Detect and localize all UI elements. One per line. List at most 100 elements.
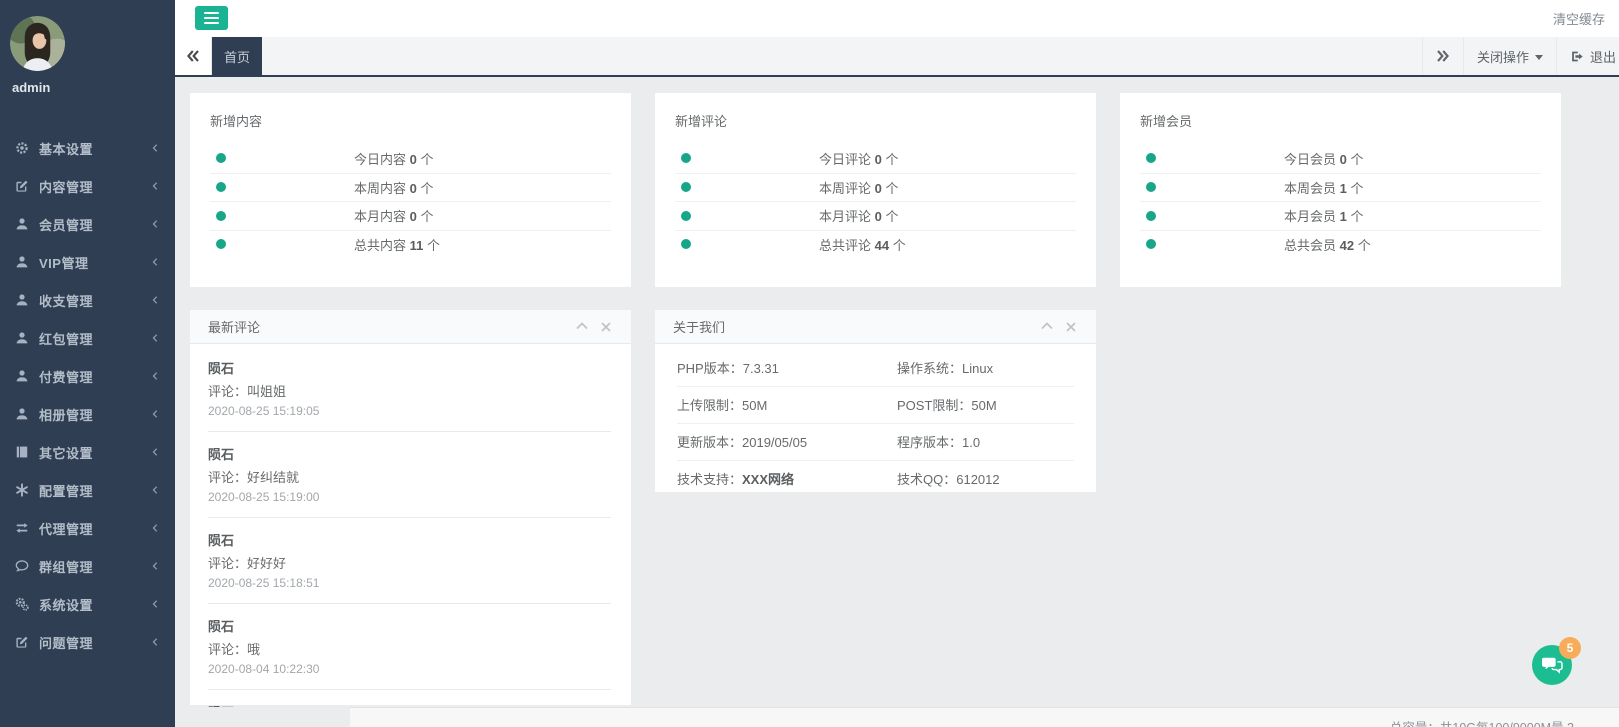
clear-cache-button[interactable]: 清空缓存 [1553, 0, 1605, 37]
green-dot [1146, 153, 1156, 163]
stat-row: 今日评论 0 个 [675, 144, 1076, 173]
collapse-button[interactable] [576, 322, 588, 332]
sidebar-item-label: 系统设置 [39, 595, 93, 614]
stat-row: 总共内容 11 个 [210, 230, 611, 259]
close-icon [601, 322, 611, 332]
sidebar-item-6[interactable]: 付费管理 [0, 357, 175, 395]
username: admin [12, 80, 175, 95]
user-profile: admin [0, 0, 175, 95]
chat-widget-button[interactable]: 5 [1532, 645, 1572, 685]
sidebar-item-label: 会员管理 [39, 215, 93, 234]
sidebar-item-label: 配置管理 [39, 481, 93, 500]
chevron-left-icon [150, 257, 160, 267]
chevron-left-icon [150, 409, 160, 419]
chevron-left-icon [150, 561, 160, 571]
about-cell: 程序版本：1.0 [897, 432, 1074, 451]
comment-time: 2020-08-25 15:18:51 [208, 576, 611, 590]
sidebar-item-4[interactable]: 收支管理 [0, 281, 175, 319]
stat-card-title: 新增评论 [675, 108, 1076, 130]
stat-row: 本周评论 0 个 [675, 173, 1076, 202]
panel-header: 关于我们 [655, 310, 1096, 344]
sign-out-icon [1570, 50, 1584, 63]
comment-author: 陨石 [208, 616, 611, 635]
sidebar-item-7[interactable]: 相册管理 [0, 395, 175, 433]
comment-time: 2020-08-25 15:19:00 [208, 490, 611, 504]
stat-row: 总共评论 44 个 [675, 230, 1076, 259]
comment-text: 评论：好好好 [208, 553, 611, 572]
chevron-left-icon [150, 485, 160, 495]
stat-row: 本月内容 0 个 [210, 201, 611, 230]
logout-button[interactable]: 退出 [1556, 37, 1619, 75]
sidebar-item-label: VIP管理 [39, 253, 88, 272]
sidebar-item-label: 付费管理 [39, 367, 93, 386]
user-icon [14, 331, 30, 345]
green-dot [681, 153, 691, 163]
chevron-left-icon [150, 181, 160, 191]
about-row: 技术支持：XXX网络技术QQ：612012 [677, 461, 1074, 497]
stat-row: 今日内容 0 个 [210, 144, 611, 173]
stat-card-comments: 新增评论 今日评论 0 个本周评论 0 个本月评论 0 个总共评论 44 个 [655, 93, 1096, 287]
about-cell: 技术支持：XXX网络 [677, 469, 897, 488]
sidebar-item-13[interactable]: 问题管理 [0, 623, 175, 661]
stat-row: 本月会员 1 个 [1140, 201, 1541, 230]
menu-toggle-button[interactable] [195, 6, 228, 30]
collapse-button[interactable] [1041, 322, 1053, 332]
green-dot [1146, 239, 1156, 249]
asterisk-icon [14, 483, 30, 497]
green-dot [216, 239, 226, 249]
stat-row-text: 本周评论 0 个 [819, 178, 898, 197]
user-icon [14, 407, 30, 421]
sidebar-item-11[interactable]: 群组管理 [0, 547, 175, 585]
green-dot [681, 239, 691, 249]
about-cell: 上传限制：50M [677, 395, 897, 414]
scroll-tabs-left-button[interactable] [175, 37, 212, 75]
user-icon [14, 369, 30, 383]
tab-home[interactable]: 首页 [212, 37, 262, 75]
chevron-up-icon [1041, 322, 1053, 330]
main-area: 清空缓存 首页 关闭操作 退出 新增内容 今日内容 0 个本周内容 0 个本月内… [175, 0, 1619, 727]
stat-row-text: 总共评论 44 个 [819, 235, 906, 254]
sidebar-item-2[interactable]: 会员管理 [0, 205, 175, 243]
sidebar-item-9[interactable]: 配置管理 [0, 471, 175, 509]
avatar-image [10, 16, 65, 71]
chevron-left-icon [150, 143, 160, 153]
close-button[interactable] [601, 322, 611, 332]
tab-bar: 首页 关闭操作 退出 [175, 37, 1619, 77]
stat-row: 本周内容 0 个 [210, 173, 611, 202]
stat-row-text: 今日会员 0 个 [1284, 149, 1363, 168]
stat-row-text: 本周会员 1 个 [1284, 178, 1363, 197]
page-content: 新增内容 今日内容 0 个本周内容 0 个本月内容 0 个总共内容 11 个 新… [175, 79, 1619, 707]
sidebar-item-label: 内容管理 [39, 177, 93, 196]
comment-time: 2020-08-25 15:19:05 [208, 404, 611, 418]
gear-icon [14, 141, 30, 155]
sidebar-item-5[interactable]: 红包管理 [0, 319, 175, 357]
sidebar-item-label: 问题管理 [39, 633, 93, 652]
comment-item: 陨石评论：哦2020-08-04 10:22:30 [208, 604, 611, 690]
chevron-left-icon [150, 637, 160, 647]
close-button[interactable] [1066, 322, 1076, 332]
about-panel: 关于我们 PHP版本：7.3.31操作系统：Linux上传限制：50MPOST限… [655, 310, 1096, 492]
sidebar-item-1[interactable]: 内容管理 [0, 167, 175, 205]
comment-text: 评论：好纠结就 [208, 467, 611, 486]
scroll-tabs-right-button[interactable] [1422, 37, 1463, 75]
panel-title: 最新评论 [208, 317, 260, 336]
close-operations-dropdown[interactable]: 关闭操作 [1463, 37, 1556, 75]
comment-author: 陨石 [208, 358, 611, 377]
sidebar-item-12[interactable]: 系统设置 [0, 585, 175, 623]
sidebar-item-0[interactable]: 基本设置 [0, 129, 175, 167]
stat-row: 本月评论 0 个 [675, 201, 1076, 230]
green-dot [216, 182, 226, 192]
user-avatar[interactable] [10, 16, 65, 71]
footer: 总容量：共10G每100/9000M量 2 [350, 707, 1619, 727]
stat-cards-row: 新增内容 今日内容 0 个本周内容 0 个本月内容 0 个总共内容 11 个 新… [190, 93, 1604, 287]
exchange-icon [14, 521, 30, 535]
sidebar-nav: 基本设置内容管理会员管理 VIP管理收支管理红包管理付费管理相册管理其它设置配置管… [0, 129, 175, 661]
green-dot [216, 153, 226, 163]
panels-row: 最新评论 陨石评论：叫姐姐2020-08-25 15:19:05陨石评论：好纠结… [190, 310, 1604, 705]
sidebar-item-label: 相册管理 [39, 405, 93, 424]
stat-row-text: 本周内容 0 个 [354, 178, 433, 197]
sidebar-item-10[interactable]: 代理管理 [0, 509, 175, 547]
sidebar-item-8[interactable]: 其它设置 [0, 433, 175, 471]
sidebar-item-label: 收支管理 [39, 291, 93, 310]
sidebar-item-3[interactable]: VIP管理 [0, 243, 175, 281]
